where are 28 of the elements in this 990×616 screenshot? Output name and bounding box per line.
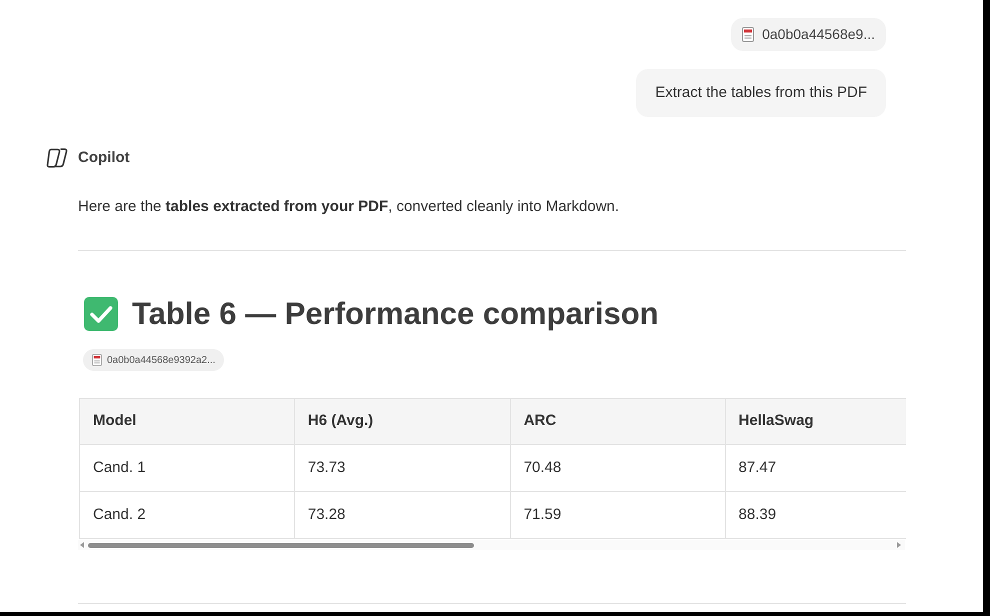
scroll-left-icon[interactable]	[80, 542, 84, 548]
document-icon	[92, 354, 102, 366]
scrollbar-track[interactable]	[78, 540, 905, 550]
table-cell: 70.48	[510, 444, 726, 492]
table-cell: Cand. 2	[80, 492, 294, 538]
scroll-right-icon[interactable]	[897, 542, 901, 548]
assistant-name: Copilot	[78, 148, 130, 168]
document-icon	[742, 27, 754, 42]
column-header: ARC	[510, 398, 726, 444]
logo-icon	[45, 147, 69, 170]
column-header: HellaSwag	[725, 398, 906, 444]
table-cell: 88.39	[725, 492, 906, 538]
source-chip[interactable]: 0a0b0a44568e9392a2...	[83, 349, 224, 371]
table-cell: 73.28	[294, 492, 510, 538]
table-cell: 87.47	[725, 444, 906, 492]
table-cell: Cand. 1	[80, 444, 294, 492]
table-cell: 71.59	[510, 492, 726, 538]
response-text: Here are the tables extracted from your PDF, converted cleanly into Markdown.	[78, 196, 620, 216]
attachment-chip[interactable]: 0a0b0a44568e9...	[731, 18, 886, 51]
user-message: Extract the tables from this PDF	[636, 69, 886, 117]
column-header: H6 (Avg.)	[294, 398, 510, 444]
file-name: 0a0b0a44568e9...	[762, 25, 875, 44]
checkmark-icon	[84, 297, 118, 331]
column-header: Model	[80, 398, 294, 444]
section-heading: Table 6 — Performance comparison	[132, 295, 659, 333]
file-name: 0a0b0a44568e9392a2...	[107, 354, 216, 368]
scrollbar-thumb[interactable]	[88, 542, 474, 548]
table-cell: 73.73	[294, 444, 510, 492]
